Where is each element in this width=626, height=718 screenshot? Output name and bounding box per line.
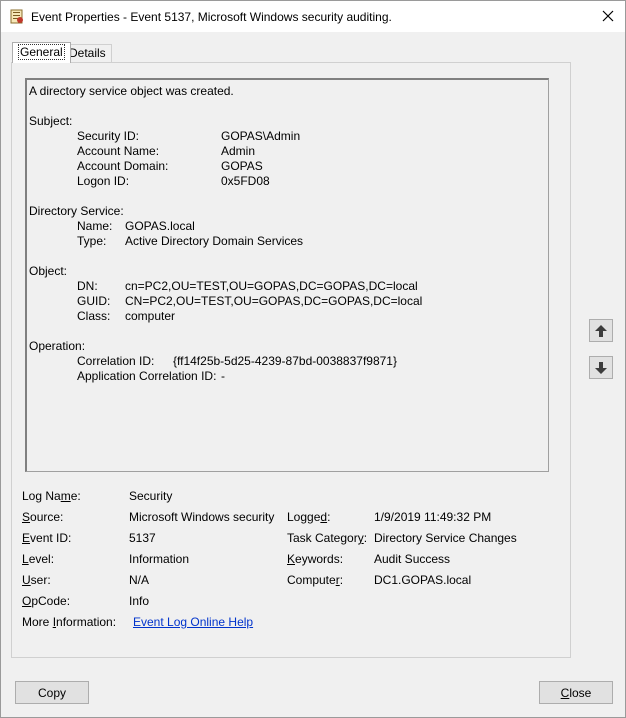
more-information-label: More Information: xyxy=(22,615,117,629)
window-title: Event Properties - Event 5137, Microsoft… xyxy=(31,10,392,24)
ds-type-value: Active Directory Domain Services xyxy=(125,234,304,248)
tab-general-label: General xyxy=(18,44,65,60)
account-name-value: Admin xyxy=(221,144,256,158)
dn-label: DN: xyxy=(77,279,98,293)
event-id-label: Event ID: xyxy=(22,531,72,545)
logged-value: 1/9/2019 11:49:32 PM xyxy=(374,510,492,524)
account-domain-value: GOPAS xyxy=(221,159,263,173)
title-bar: Event Properties - Event 5137, Microsoft… xyxy=(1,1,625,32)
directory-service-heading: Directory Service: xyxy=(29,204,124,218)
arrow-up-icon xyxy=(595,324,607,337)
account-domain-label: Account Domain: xyxy=(77,159,169,173)
class-value: computer xyxy=(125,309,176,323)
app-correlation-id-label: Application Correlation ID: xyxy=(77,369,217,383)
keywords-label: Keywords: xyxy=(287,552,344,566)
event-properties-window: Event Properties - Event 5137, Microsoft… xyxy=(0,0,626,718)
operation-heading: Operation: xyxy=(29,339,86,353)
ds-name-value: GOPAS.local xyxy=(125,219,195,233)
event-log-online-help-link[interactable]: Event Log Online Help xyxy=(133,615,253,629)
opcode-value: Info xyxy=(129,594,150,608)
event-log-icon xyxy=(10,9,23,24)
keywords-value: Audit Success xyxy=(374,552,451,566)
event-id-value: 5137 xyxy=(129,531,156,545)
dn-value: cn=PC2,OU=TEST,OU=GOPAS,DC=GOPAS,DC=loca… xyxy=(125,279,418,293)
task-category-label: Task Category: xyxy=(287,531,368,545)
logon-id-value: 0x5FD08 xyxy=(221,174,270,188)
computer-value: DC1.GOPAS.local xyxy=(374,573,472,587)
source-label: Source: xyxy=(22,510,64,524)
close-icon[interactable] xyxy=(595,4,621,28)
next-event-button[interactable] xyxy=(589,356,613,379)
level-value: Information xyxy=(129,552,190,566)
source-value: Microsoft Windows security xyxy=(129,510,275,524)
close-button[interactable]: Close xyxy=(539,681,613,704)
description-summary: A directory service object was created. xyxy=(29,84,234,98)
logged-label: Logged: xyxy=(287,510,331,524)
task-category-value: Directory Service Changes xyxy=(374,531,517,545)
computer-label: Computer: xyxy=(287,573,344,587)
user-value: N/A xyxy=(129,573,150,587)
object-heading: Object: xyxy=(29,264,68,278)
guid-value: CN=PC2,OU=TEST,OU=GOPAS,DC=GOPAS,DC=loca… xyxy=(125,294,423,308)
copy-button[interactable]: Copy xyxy=(15,681,89,704)
opcode-label: OpCode: xyxy=(22,594,71,608)
guid-label: GUID: xyxy=(77,294,111,308)
security-id-value: GOPAS\Admin xyxy=(221,129,301,143)
correlation-id-label: Correlation ID: xyxy=(77,354,155,368)
event-description-box[interactable]: A directory service object was created. … xyxy=(25,78,549,472)
arrow-down-icon xyxy=(595,361,607,374)
app-correlation-id-value: - xyxy=(221,369,225,383)
user-label: User: xyxy=(22,573,51,587)
correlation-id-value: {ff14f25b-5d25-4239-87bd-0038837f9871} xyxy=(173,354,397,368)
previous-event-button[interactable] xyxy=(589,319,613,342)
ds-type-label: Type: xyxy=(77,234,107,248)
level-label: Level: xyxy=(22,552,55,566)
class-label: Class: xyxy=(77,309,111,323)
ds-name-label: Name: xyxy=(77,219,113,233)
log-name-label: Log Name: xyxy=(22,489,81,503)
subject-heading: Subject: xyxy=(29,114,73,128)
security-id-label: Security ID: xyxy=(77,129,140,143)
tab-general[interactable]: General xyxy=(12,42,71,63)
logon-id-label: Logon ID: xyxy=(77,174,130,188)
account-name-label: Account Name: xyxy=(77,144,160,158)
log-name-value: Security xyxy=(129,489,173,503)
